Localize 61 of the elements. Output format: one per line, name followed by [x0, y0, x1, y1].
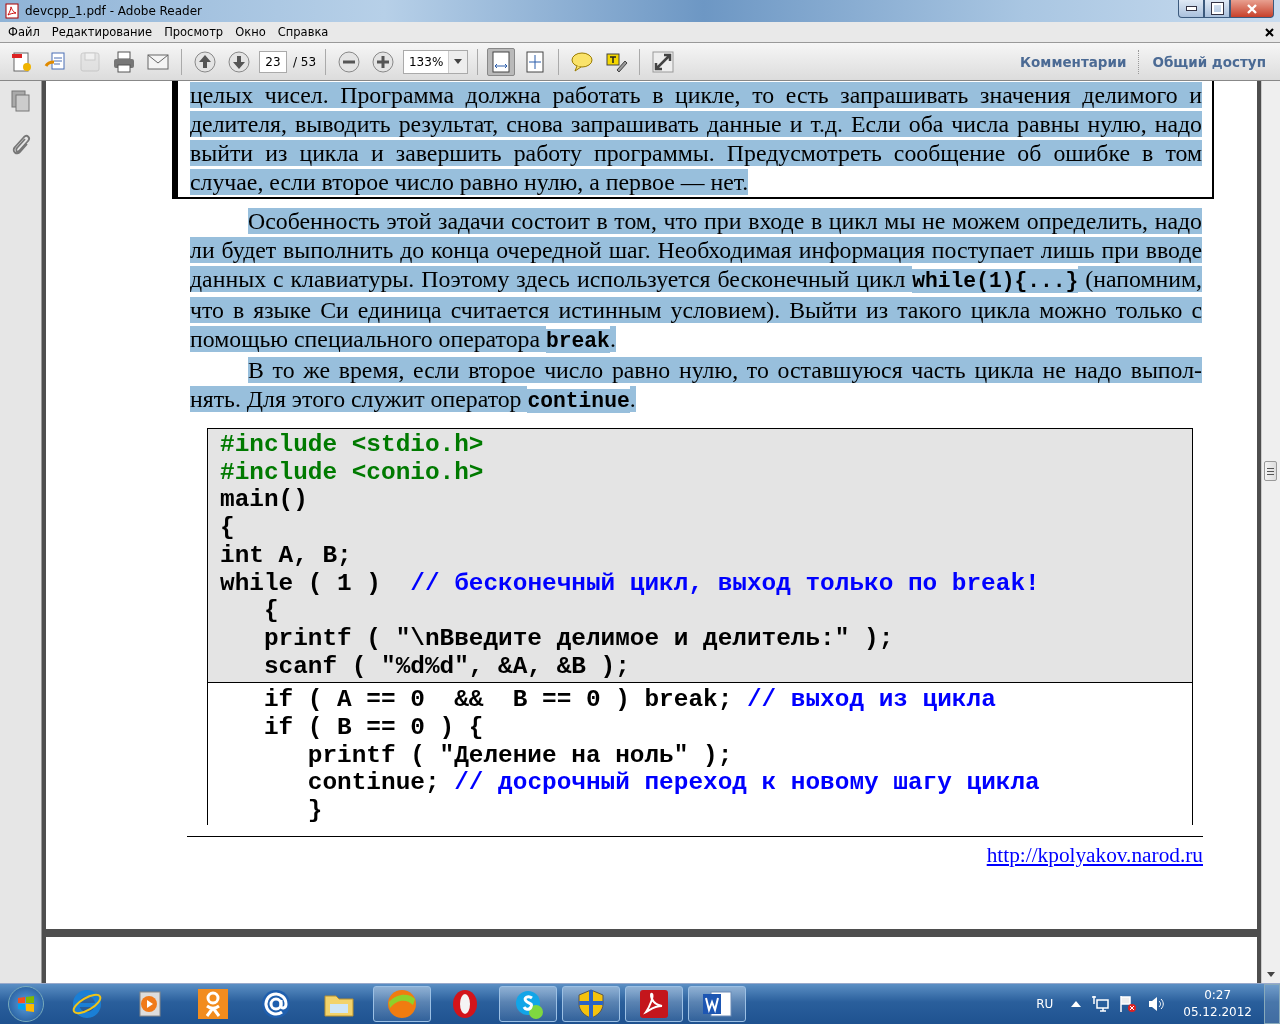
menu-item[interactable]: Редактирование: [45, 25, 159, 39]
shield-icon: [575, 988, 607, 1020]
round-app-icon: [386, 988, 418, 1020]
taskbar-app-button[interactable]: [499, 986, 557, 1022]
network-icon[interactable]: [1091, 995, 1110, 1013]
pdf-file-icon: [4, 3, 20, 19]
code-line: if ( B == 0 ) {: [262, 714, 485, 742]
code-line: if ( A == 0 && B == 0 ) break; // выход из цикла: [262, 686, 997, 715]
close-icon: [1246, 3, 1258, 14]
code-line: printf ( "Деление на ноль" );: [306, 741, 734, 770]
menu-item[interactable]: Просмотр: [158, 25, 230, 39]
menu-item[interactable]: Файл: [2, 25, 46, 39]
window-title: devcpp_1.pdf - Adobe Reader: [25, 4, 203, 18]
clock-time: 0:27: [1204, 987, 1232, 1004]
close-button[interactable]: [1230, 0, 1274, 18]
zoom-dropdown[interactable]: 133%: [403, 49, 469, 74]
taskbar-app-button[interactable]: [373, 986, 431, 1022]
scroll-thumb[interactable]: [1264, 461, 1277, 481]
code-line: {: [220, 514, 236, 542]
page-number-field[interactable]: 23: [259, 50, 287, 73]
body-paragraph: Особенность этой задачи состоит в том, что при входе в цикл мы не можем определить, надо ли будет выполнить до конца очередной шаг. Необходимая информация поступает лишь при вводе данных с клавиатуры. Поэтому здесь используется бесконечный цикл while(1){...} (напомним, что в языке Си единица считается истинным условием). Выйти из такого цикла можно только с помощью специального оператора break.: [190, 207, 1202, 355]
code-line: while ( 1 ) // бесконечный цикл, выход только по break!: [220, 569, 1041, 598]
taskbar-app-button[interactable]: [562, 986, 620, 1022]
code-line: printf ( "\nВведите делимое и делитель:" );: [262, 624, 895, 653]
language-indicator[interactable]: RU: [1036, 997, 1054, 1011]
flag-icon[interactable]: [1119, 995, 1138, 1013]
word-w-icon: [701, 988, 733, 1020]
menu-item[interactable]: Окно: [229, 25, 272, 39]
menu-item[interactable]: Справка: [271, 25, 335, 39]
speaker-icon[interactable]: [1147, 995, 1166, 1013]
code-line: continue; // досрочный переход к новому шагу цикла: [306, 769, 1041, 798]
pdf-reader-icon: [638, 988, 670, 1020]
scroll-down-icon[interactable]: [1267, 972, 1275, 977]
restore-button[interactable]: [1204, 0, 1230, 18]
footer-link[interactable]: http://kpolyakov.narod.ru: [986, 840, 1203, 869]
show-hidden-icons-icon[interactable]: [1071, 1001, 1082, 1007]
body-paragraph: В то же время, если второе число равно нулю, то оставшуюся часть цикла не надо выпол-нять. Для этого служит оператор continue.: [190, 356, 1202, 415]
code-line: scanf ( "%d%d", &A, &B );: [262, 652, 631, 681]
ok-logo-icon: [197, 988, 229, 1020]
code-line: }: [306, 797, 324, 825]
code-line: {: [262, 597, 280, 625]
pages-icon[interactable]: [9, 89, 32, 113]
code-line: main(): [220, 486, 309, 515]
code-line: #include <stdio.h>: [220, 431, 485, 459]
windows-logo-icon: [16, 994, 36, 1014]
close-icon[interactable]: [1265, 28, 1274, 37]
at-sign-icon: [260, 988, 292, 1020]
taskbar-app-button[interactable]: [625, 986, 683, 1022]
browser-e-icon: [71, 988, 103, 1020]
minimize-button[interactable]: [1178, 0, 1204, 18]
toolbar-link[interactable]: Общий доступ: [1146, 53, 1272, 70]
code-line: int A, B;: [220, 541, 353, 570]
page-total: / 53: [293, 54, 317, 69]
clock-date: 05.12.2012: [1183, 1004, 1252, 1021]
dropdown-arrow-icon: [454, 59, 463, 64]
toolbar-link[interactable]: Комментарии: [1014, 53, 1133, 70]
task-paragraph: целых чисел. Программа должна работать в цикле, то есть запрашивать значения делимого и делителя, выводить результат, снова запрашивать данные и т.д. Если оба числа равны нулю, надо выйти из цикла и завершить работу программы. Предусмотреть сообщение об ошибке в том случае, если второе число равно нулю, а первое — нет.: [190, 81, 1202, 197]
fit-width-icon[interactable]: [487, 47, 516, 76]
code-line: #include <conio.h>: [220, 458, 485, 487]
start-button[interactable]: [8, 986, 44, 1022]
taskbar-app-button[interactable]: [688, 986, 746, 1022]
